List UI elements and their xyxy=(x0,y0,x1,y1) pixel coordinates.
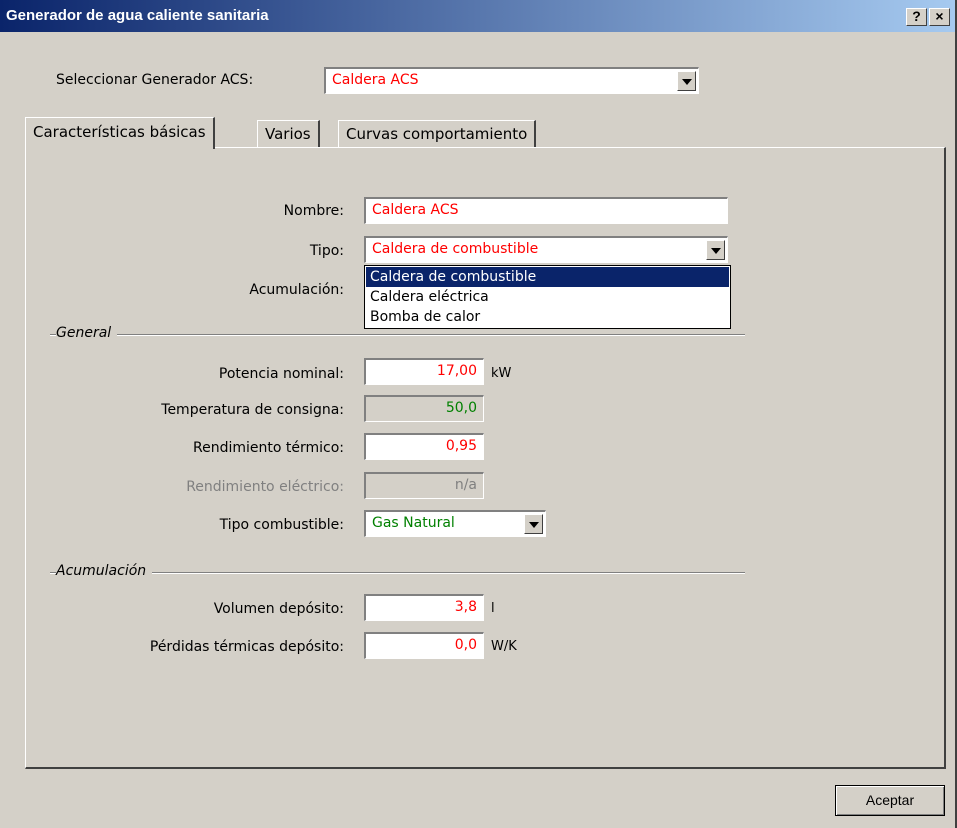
dialog-window: Generador de agua caliente sanitaria ? ×… xyxy=(0,0,957,828)
tipo-select[interactable]: Caldera de combustible xyxy=(364,236,728,263)
chevron-down-icon[interactable] xyxy=(706,240,725,260)
tipo-combustible-label: Tipo combustible: xyxy=(219,517,344,533)
potencia-label: Potencia nominal: xyxy=(218,366,344,382)
potencia-input[interactable]: 17,00 xyxy=(364,358,484,385)
temperatura-label: Temperatura de consigna: xyxy=(161,402,344,418)
tab-caracteristicas-basicas[interactable]: Características básicas xyxy=(25,117,215,149)
rendimiento-electrico-label: Rendimiento eléctrico: xyxy=(186,479,344,495)
volumen-input[interactable]: 3,8 xyxy=(364,594,484,621)
tipo-combustible-value: Gas Natural xyxy=(372,515,455,531)
tipo-select-value: Caldera de combustible xyxy=(372,241,539,257)
volumen-unit: l xyxy=(491,601,495,616)
generator-select-value: Caldera ACS xyxy=(332,72,419,88)
tipo-option-bomba-calor[interactable]: Bomba de calor xyxy=(366,307,729,327)
tipo-option-caldera-electrica[interactable]: Caldera eléctrica xyxy=(366,287,729,307)
temperatura-input: 50,0 xyxy=(364,395,484,422)
rendimiento-termico-label: Rendimiento térmico: xyxy=(193,440,344,456)
tipo-option-caldera-combustible[interactable]: Caldera de combustible xyxy=(366,267,729,287)
selector-label: Seleccionar Generador ACS: xyxy=(56,72,254,88)
tipo-dropdown-list: Caldera de combustible Caldera eléctrica… xyxy=(364,265,731,329)
rendimiento-termico-input[interactable]: 0,95 xyxy=(364,433,484,460)
acumulacion-group-title: Acumulación xyxy=(56,563,153,579)
acumulacion-label: Acumulación: xyxy=(249,282,344,298)
volumen-label: Volumen depósito: xyxy=(213,601,344,617)
nombre-label: Nombre: xyxy=(283,203,344,219)
tipo-combustible-select[interactable]: Gas Natural xyxy=(364,510,546,537)
chevron-down-icon[interactable] xyxy=(524,514,543,534)
rendimiento-electrico-input: n/a xyxy=(364,472,484,499)
tipo-label: Tipo: xyxy=(309,243,344,259)
general-group-title: General xyxy=(56,325,118,341)
aceptar-button[interactable]: Aceptar xyxy=(835,785,945,816)
perdidas-input[interactable]: 0,0 xyxy=(364,632,484,659)
nombre-input[interactable]: Caldera ACS xyxy=(364,197,728,224)
tab-varios[interactable]: Varios xyxy=(257,120,320,148)
general-group-divider xyxy=(50,334,745,336)
help-button[interactable]: ? xyxy=(906,8,927,26)
window-title: Generador de agua caliente sanitaria xyxy=(6,7,269,24)
close-button[interactable]: × xyxy=(929,8,950,26)
generator-select[interactable]: Caldera ACS xyxy=(324,67,699,94)
acumulacion-group-divider xyxy=(50,572,745,574)
perdidas-unit: W/K xyxy=(491,639,517,654)
tab-curvas-comportamiento[interactable]: Curvas comportamiento xyxy=(338,120,537,148)
potencia-unit: kW xyxy=(491,366,512,381)
title-bar[interactable]: Generador de agua caliente sanitaria ? × xyxy=(0,0,955,32)
perdidas-label: Pérdidas térmicas depósito: xyxy=(149,639,344,655)
chevron-down-icon[interactable] xyxy=(677,71,696,91)
